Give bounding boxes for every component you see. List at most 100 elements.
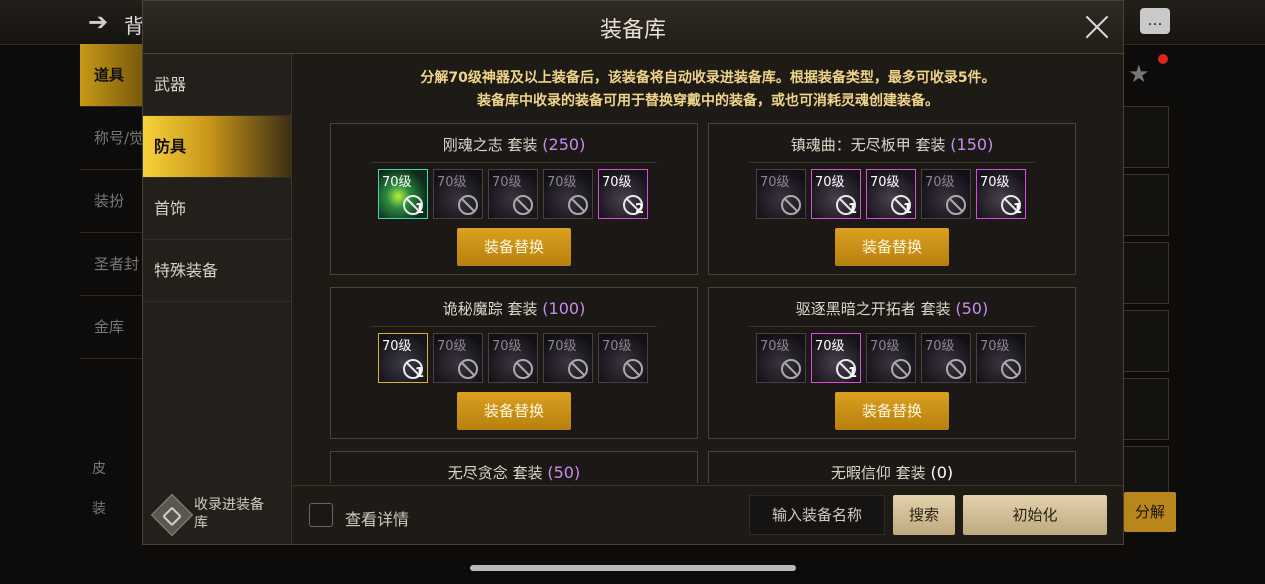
set-divider [371,326,657,327]
category-tab-weapon[interactable]: 武器 [143,54,291,116]
set-suffix: 套装 [895,464,926,482]
prohibited-icon [946,359,966,379]
equipment-slot[interactable]: 70级 2 [598,169,648,219]
slot-level: 70级 [815,339,845,354]
equipment-slot[interactable]: 70级 1 [378,333,428,383]
set-card: 驱逐黑暗之开拓者 套装 (50) 70级 70级 1 70级 70级 70级 装备替换 [708,287,1076,439]
home-indicator [470,565,796,571]
set-suffix: 套装 [512,464,543,482]
set-slots: 70级 1 70级 70级 70级 70级 2 [378,169,653,221]
reset-button[interactable]: 初始化 [963,495,1107,535]
bg-slot [1124,310,1169,372]
set-count: (250) [542,135,586,154]
slot-count: 1 [1012,202,1022,217]
bg-sidebar-item[interactable]: 金库 [80,296,142,359]
set-card: 刚魂之志 套装 (250) 70级 1 70级 70级 70级 70级 2 装备替换 [330,123,698,275]
set-count: (150) [950,135,994,154]
set-title: 无暇信仰 套装 (0) [709,462,1075,483]
bg-sidebar-item[interactable]: 道具 [80,44,142,107]
equipment-slot[interactable]: 70级 [488,333,538,383]
equipment-slot[interactable]: 70级 1 [811,169,861,219]
set-count: (100) [542,299,586,318]
equipment-slot[interactable]: 70级 [976,333,1026,383]
set-name: 诡秘魔踪 [442,300,503,318]
equipment-slot[interactable]: 70级 1 [866,169,916,219]
bg-lower-item[interactable]: 皮 [92,458,142,488]
collect-icon [150,493,194,537]
set-name: 镇魂曲：无尽板甲 [790,136,911,154]
equipment-swap-button[interactable]: 装备替换 [457,392,571,430]
equipment-swap-button[interactable]: 装备替换 [457,228,571,266]
slot-count: 1 [902,202,912,217]
close-icon[interactable] [1083,13,1111,41]
set-name: 刚魂之志 [442,136,503,154]
set-title: 镇魂曲：无尽板甲 套装 (150) [709,134,1075,155]
equipment-swap-button[interactable]: 装备替换 [835,392,949,430]
equipment-slot[interactable]: 70级 1 [378,169,428,219]
search-input[interactable]: 输入装备名称 [749,495,885,535]
set-title: 刚魂之志 套装 (250) [331,134,697,155]
set-divider [371,162,657,163]
prohibited-icon [458,195,478,215]
equipment-slot[interactable]: 70级 [488,169,538,219]
bg-slot [1124,106,1169,168]
equipment-slot[interactable]: 70级 [433,169,483,219]
background-title: 背 [124,14,144,38]
set-suffix: 套装 [507,136,538,154]
set-slots: 70级 1 70级 70级 70级 70级 [378,333,653,385]
equipment-slot[interactable]: 70级 [866,333,916,383]
set-slots: 70级 70级 1 70级 70级 70级 [756,333,1031,385]
collect-into-library-button[interactable]: 收录进装备库 [150,493,287,538]
equipment-slot[interactable]: 70级 [921,333,971,383]
equipment-library-modal: 装备库 武器 防具 首饰 特殊装备 收录进装备库 分解70级神器及以上装备后，该… [142,0,1124,545]
prohibited-icon [781,195,801,215]
equipment-slot[interactable]: 70级 1 [811,333,861,383]
equipment-slot[interactable]: 70级 [921,169,971,219]
set-title: 诡秘魔踪 套装 (100) [331,298,697,319]
set-card: 镇魂曲：无尽板甲 套装 (150) 70级 70级 1 70级 1 70级 70级 1 装备替换 [708,123,1076,275]
equipment-slot[interactable]: 70级 [756,169,806,219]
slot-count: 1 [847,202,857,217]
equipment-slot[interactable]: 70级 [756,333,806,383]
bg-sidebar-item[interactable]: 称号/觉 [80,107,142,170]
category-tab-armor[interactable]: 防具 [143,116,291,178]
equipment-slot[interactable]: 70级 [543,333,593,383]
background-sidebar: 道具 称号/觉 装扮 圣者封 金库 [80,44,142,484]
view-details-label[interactable]: 查看详情 [345,506,409,530]
back-arrow-icon[interactable]: ➔ [88,8,108,36]
bottom-bar: 查看详情 输入装备名称 搜索 初始化 [293,485,1123,544]
set-title: 驱逐黑暗之开拓者 套装 (50) [709,298,1075,319]
category-tab-accessory[interactable]: 首饰 [143,178,291,240]
search-button[interactable]: 搜索 [893,495,955,535]
prohibited-icon [568,359,588,379]
set-count: (50) [547,463,581,482]
decompose-button[interactable]: 分解 [1124,492,1176,532]
slot-level: 70级 [602,175,632,190]
slot-level: 70级 [870,339,900,354]
slot-level: 70级 [547,175,577,190]
prohibited-icon [946,195,966,215]
set-divider [749,326,1035,327]
view-details-checkbox[interactable] [309,503,333,527]
equipment-slot[interactable]: 70级 [598,333,648,383]
category-tab-special[interactable]: 特殊装备 [143,240,291,302]
slot-count: 2 [634,202,644,217]
set-card: 无暇信仰 套装 (0) [708,451,1076,483]
slot-level: 70级 [547,339,577,354]
notice-text: 分解70级神器及以上装备后，该装备将自动收录进装备库。根据装备类型，最多可收录5… [293,67,1123,113]
slot-level: 70级 [760,339,790,354]
modal-header: 装备库 [143,1,1123,54]
slot-level: 70级 [437,175,467,190]
modal-title: 装备库 [599,18,666,43]
equipment-slot[interactable]: 70级 [543,169,593,219]
equipment-slot[interactable]: 70级 [433,333,483,383]
slot-level: 70级 [492,175,522,190]
bg-sidebar-item[interactable]: 圣者封 [80,233,142,296]
chat-icon[interactable]: … [1140,8,1170,34]
bg-lower-item[interactable]: 装 [92,498,142,528]
equipment-slot[interactable]: 70级 1 [976,169,1026,219]
slot-level: 70级 [382,339,412,354]
category-sidebar: 武器 防具 首饰 特殊装备 收录进装备库 [143,54,292,544]
equipment-swap-button[interactable]: 装备替换 [835,228,949,266]
bg-sidebar-item[interactable]: 装扮 [80,170,142,233]
